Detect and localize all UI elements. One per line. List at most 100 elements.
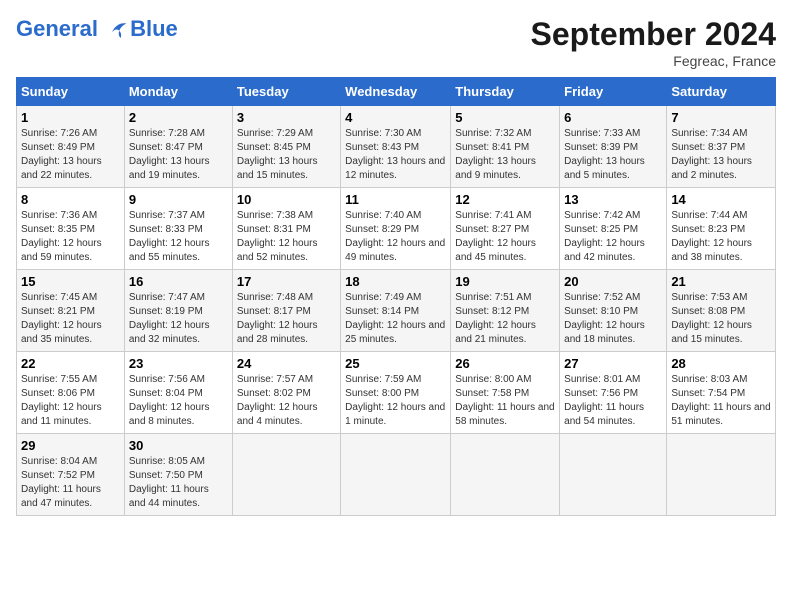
day-detail: Sunrise: 7:57 AMSunset: 8:02 PMDaylight:… bbox=[237, 373, 336, 429]
day-number: 27 bbox=[564, 356, 662, 371]
day-detail: Sunrise: 7:30 AMSunset: 8:43 PMDaylight:… bbox=[345, 127, 446, 183]
day-number: 28 bbox=[671, 356, 771, 371]
calendar-cell bbox=[667, 434, 776, 516]
day-detail: Sunrise: 7:52 AMSunset: 8:10 PMDaylight:… bbox=[564, 291, 662, 347]
day-detail: Sunrise: 7:47 AMSunset: 8:19 PMDaylight:… bbox=[129, 291, 228, 347]
logo-general: General bbox=[16, 16, 98, 41]
month-title: September 2024 bbox=[531, 16, 776, 53]
calendar-cell: 7Sunrise: 7:34 AMSunset: 8:37 PMDaylight… bbox=[667, 106, 776, 188]
calendar-cell: 22Sunrise: 7:55 AMSunset: 8:06 PMDayligh… bbox=[17, 352, 125, 434]
calendar-cell: 11Sunrise: 7:40 AMSunset: 8:29 PMDayligh… bbox=[341, 188, 451, 270]
calendar-cell: 15 Sunrise: 7:45 AMSunset: 8:21 PMDayligh… bbox=[17, 270, 125, 352]
day-number: 8 bbox=[21, 192, 120, 207]
calendar-cell: 16 Sunrise: 7:47 AMSunset: 8:19 PMDayligh… bbox=[124, 270, 232, 352]
day-number: 13 bbox=[564, 192, 662, 207]
calendar-week-row: 15 Sunrise: 7:45 AMSunset: 8:21 PMDayligh… bbox=[17, 270, 776, 352]
day-detail: Sunrise: 7:38 AMSunset: 8:31 PMDaylight:… bbox=[237, 209, 336, 265]
calendar-cell: 14Sunrise: 7:44 AMSunset: 8:23 PMDayligh… bbox=[667, 188, 776, 270]
title-block: September 2024 Fegreac, France bbox=[531, 16, 776, 69]
col-header-saturday: Saturday bbox=[667, 78, 776, 106]
col-header-friday: Friday bbox=[560, 78, 667, 106]
day-number: 3 bbox=[237, 110, 336, 125]
day-detail: Sunrise: 7:49 AMSunset: 8:14 PMDaylight:… bbox=[345, 291, 446, 347]
day-detail: Sunrise: 8:01 AMSunset: 7:56 PMDaylight:… bbox=[564, 373, 662, 429]
col-header-thursday: Thursday bbox=[451, 78, 560, 106]
day-number: 10 bbox=[237, 192, 336, 207]
day-number: 21 bbox=[671, 274, 771, 289]
day-detail: Sunrise: 8:00 AMSunset: 7:58 PMDaylight:… bbox=[455, 373, 555, 429]
day-number: 25 bbox=[345, 356, 446, 371]
calendar-cell bbox=[232, 434, 340, 516]
day-number: 4 bbox=[345, 110, 446, 125]
day-number: 15 bbox=[21, 274, 120, 289]
calendar-cell bbox=[341, 434, 451, 516]
calendar-cell: 26Sunrise: 8:00 AMSunset: 7:58 PMDayligh… bbox=[451, 352, 560, 434]
calendar-table: SundayMondayTuesdayWednesdayThursdayFrid… bbox=[16, 77, 776, 516]
day-number: 11 bbox=[345, 192, 446, 207]
calendar-cell: 13 Sunrise: 7:42 AMSunset: 8:25 PMDayligh… bbox=[560, 188, 667, 270]
calendar-cell: 27 Sunrise: 8:01 AMSunset: 7:56 PMDayligh… bbox=[560, 352, 667, 434]
day-number: 7 bbox=[671, 110, 771, 125]
calendar-cell: 2 Sunrise: 7:28 AMSunset: 8:47 PMDaylight… bbox=[124, 106, 232, 188]
day-detail: Sunrise: 7:51 AMSunset: 8:12 PMDaylight:… bbox=[455, 291, 555, 347]
calendar-week-row: 8 Sunrise: 7:36 AMSunset: 8:35 PMDaylight… bbox=[17, 188, 776, 270]
day-detail: Sunrise: 7:26 AMSunset: 8:49 PMDaylight:… bbox=[21, 127, 120, 183]
day-detail: Sunrise: 7:59 AMSunset: 8:00 PMDaylight:… bbox=[345, 373, 446, 429]
calendar-cell: 17 Sunrise: 7:48 AMSunset: 8:17 PMDayligh… bbox=[232, 270, 340, 352]
day-number: 24 bbox=[237, 356, 336, 371]
calendar-cell: 30 Sunrise: 8:05 AMSunset: 7:50 PMDayligh… bbox=[124, 434, 232, 516]
day-detail: Sunrise: 7:42 AMSunset: 8:25 PMDaylight:… bbox=[564, 209, 662, 265]
day-number: 2 bbox=[129, 110, 228, 125]
logo: General Blue bbox=[16, 16, 178, 42]
day-number: 17 bbox=[237, 274, 336, 289]
calendar-cell: 10 Sunrise: 7:38 AMSunset: 8:31 PMDayligh… bbox=[232, 188, 340, 270]
calendar-cell: 19 Sunrise: 7:51 AMSunset: 8:12 PMDayligh… bbox=[451, 270, 560, 352]
day-detail: Sunrise: 7:32 AMSunset: 8:41 PMDaylight:… bbox=[455, 127, 555, 183]
day-detail: Sunrise: 7:53 AMSunset: 8:08 PMDaylight:… bbox=[671, 291, 771, 347]
day-number: 22 bbox=[21, 356, 120, 371]
calendar-cell: 23Sunrise: 7:56 AMSunset: 8:04 PMDayligh… bbox=[124, 352, 232, 434]
calendar-cell: 5 Sunrise: 7:32 AMSunset: 8:41 PMDaylight… bbox=[451, 106, 560, 188]
day-detail: Sunrise: 7:48 AMSunset: 8:17 PMDaylight:… bbox=[237, 291, 336, 347]
day-detail: Sunrise: 8:05 AMSunset: 7:50 PMDaylight:… bbox=[129, 455, 228, 511]
col-header-sunday: Sunday bbox=[17, 78, 125, 106]
day-number: 9 bbox=[129, 192, 228, 207]
calendar-cell: 20Sunrise: 7:52 AMSunset: 8:10 PMDayligh… bbox=[560, 270, 667, 352]
calendar-cell: 24 Sunrise: 7:57 AMSunset: 8:02 PMDayligh… bbox=[232, 352, 340, 434]
day-detail: Sunrise: 7:37 AMSunset: 8:33 PMDaylight:… bbox=[129, 209, 228, 265]
calendar-cell: 3 Sunrise: 7:29 AMSunset: 8:45 PMDaylight… bbox=[232, 106, 340, 188]
day-number: 19 bbox=[455, 274, 555, 289]
calendar-cell: 6 Sunrise: 7:33 AMSunset: 8:39 PMDaylight… bbox=[560, 106, 667, 188]
calendar-week-row: 1 Sunrise: 7:26 AMSunset: 8:49 PMDaylight… bbox=[17, 106, 776, 188]
day-detail: Sunrise: 7:41 AMSunset: 8:27 PMDaylight:… bbox=[455, 209, 555, 265]
page-header: General Blue September 2024 Fegreac, Fra… bbox=[16, 16, 776, 69]
day-number: 30 bbox=[129, 438, 228, 453]
day-detail: Sunrise: 7:45 AMSunset: 8:21 PMDaylight:… bbox=[21, 291, 120, 347]
calendar-week-row: 22Sunrise: 7:55 AMSunset: 8:06 PMDayligh… bbox=[17, 352, 776, 434]
day-detail: Sunrise: 7:36 AMSunset: 8:35 PMDaylight:… bbox=[21, 209, 120, 265]
calendar-header-row: SundayMondayTuesdayWednesdayThursdayFrid… bbox=[17, 78, 776, 106]
day-number: 6 bbox=[564, 110, 662, 125]
day-detail: Sunrise: 8:03 AMSunset: 7:54 PMDaylight:… bbox=[671, 373, 771, 429]
day-number: 5 bbox=[455, 110, 555, 125]
logo-blue: Blue bbox=[130, 16, 178, 42]
day-number: 29 bbox=[21, 438, 120, 453]
day-number: 16 bbox=[129, 274, 228, 289]
col-header-monday: Monday bbox=[124, 78, 232, 106]
day-detail: Sunrise: 7:29 AMSunset: 8:45 PMDaylight:… bbox=[237, 127, 336, 183]
logo-bird-icon bbox=[106, 19, 128, 41]
col-header-tuesday: Tuesday bbox=[232, 78, 340, 106]
day-number: 1 bbox=[21, 110, 120, 125]
calendar-week-row: 29 Sunrise: 8:04 AMSunset: 7:52 PMDayligh… bbox=[17, 434, 776, 516]
day-detail: Sunrise: 7:28 AMSunset: 8:47 PMDaylight:… bbox=[129, 127, 228, 183]
calendar-cell: 29 Sunrise: 8:04 AMSunset: 7:52 PMDayligh… bbox=[17, 434, 125, 516]
day-number: 12 bbox=[455, 192, 555, 207]
calendar-cell: 4 Sunrise: 7:30 AMSunset: 8:43 PMDaylight… bbox=[341, 106, 451, 188]
location-subtitle: Fegreac, France bbox=[531, 53, 776, 69]
day-detail: Sunrise: 8:04 AMSunset: 7:52 PMDaylight:… bbox=[21, 455, 120, 511]
day-detail: Sunrise: 7:33 AMSunset: 8:39 PMDaylight:… bbox=[564, 127, 662, 183]
day-number: 18 bbox=[345, 274, 446, 289]
day-detail: Sunrise: 7:44 AMSunset: 8:23 PMDaylight:… bbox=[671, 209, 771, 265]
calendar-cell: 25 Sunrise: 7:59 AMSunset: 8:00 PMDayligh… bbox=[341, 352, 451, 434]
calendar-cell: 21 Sunrise: 7:53 AMSunset: 8:08 PMDayligh… bbox=[667, 270, 776, 352]
